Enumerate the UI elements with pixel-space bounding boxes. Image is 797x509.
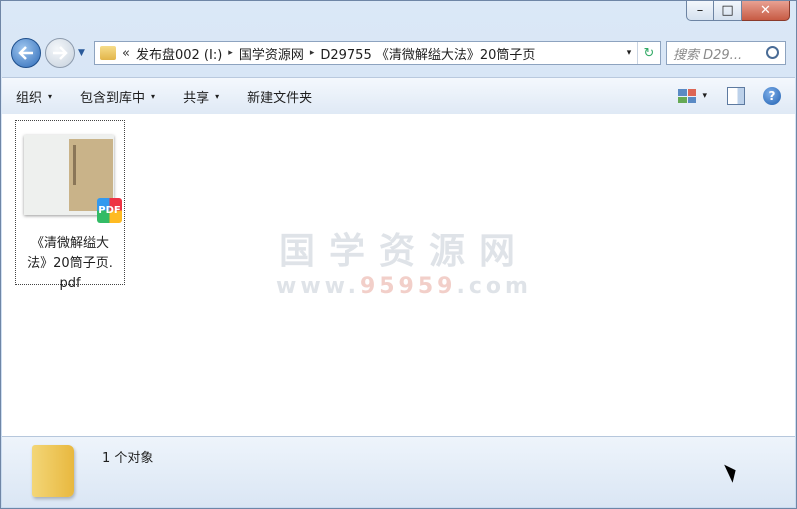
watermark: 国学资源网 www.95959.com bbox=[276, 222, 532, 299]
share-label: 共享 bbox=[183, 90, 210, 106]
title-bar: – □ ✕ bbox=[1, 1, 796, 31]
forward-button[interactable] bbox=[45, 38, 75, 68]
minimize-button[interactable]: – bbox=[686, 1, 714, 21]
file-name-line2: 法》20筒子页. bbox=[27, 256, 113, 271]
breadcrumb-drive[interactable]: 发布盘002 (I:) bbox=[130, 44, 228, 63]
explorer-window: – □ ✕ ▼ « 发布盘002 (I:) ▸ 国学资源网 ▸ D29755 《… bbox=[0, 0, 797, 509]
address-bar[interactable]: « 发布盘002 (I:) ▸ 国学资源网 ▸ D29755 《清微解缢大法》2… bbox=[94, 41, 661, 65]
arrow-right-icon bbox=[53, 46, 68, 60]
search-placeholder: 搜索 D29... bbox=[673, 47, 743, 63]
refresh-icon: ↻ bbox=[643, 45, 655, 61]
minimize-icon: – bbox=[696, 3, 704, 18]
watermark-url-suffix: .com bbox=[456, 274, 532, 299]
search-icon bbox=[766, 46, 779, 59]
share-button[interactable]: 共享 ▾ bbox=[169, 87, 233, 106]
folder-icon bbox=[100, 46, 116, 60]
arrow-left-icon bbox=[18, 46, 33, 60]
watermark-url-prefix: www. bbox=[276, 274, 360, 299]
navigation-row: ▼ « 发布盘002 (I:) ▸ 国学资源网 ▸ D29755 《清微解缢大法… bbox=[11, 37, 786, 69]
file-name-line3: pdf bbox=[59, 276, 81, 291]
breadcrumb-folder[interactable]: 国学资源网 bbox=[233, 44, 310, 63]
chevron-down-icon: ▾ bbox=[48, 91, 53, 101]
file-name-line1: 《清微解缢大 bbox=[30, 236, 109, 251]
close-button[interactable]: ✕ bbox=[742, 1, 790, 21]
close-icon: ✕ bbox=[760, 3, 771, 18]
chevron-down-icon: ▾ bbox=[215, 91, 220, 101]
maximize-button[interactable]: □ bbox=[714, 1, 742, 21]
watermark-url-number: 95959 bbox=[359, 274, 457, 299]
pdf-icon: PDF bbox=[97, 198, 122, 223]
file-item-pdf[interactable]: PDF 《清微解缢大 法》20筒子页. pdf bbox=[15, 120, 125, 291]
file-name: 《清微解缢大 法》20筒子页. pdf bbox=[16, 234, 124, 294]
preview-pane-icon[interactable] bbox=[727, 87, 745, 105]
new-folder-button[interactable]: 新建文件夹 bbox=[233, 87, 326, 106]
breadcrumb-current[interactable]: D29755 《清微解缢大法》20筒子页 bbox=[314, 44, 541, 63]
view-options-chevron-icon[interactable]: ▾ bbox=[702, 91, 707, 101]
organize-label: 组织 bbox=[16, 90, 43, 106]
window-controls: – □ ✕ bbox=[686, 1, 790, 21]
watermark-title: 国学资源网 bbox=[278, 231, 529, 272]
file-list[interactable]: PDF 《清微解缢大 法》20筒子页. pdf 国学资源网 www.95959.… bbox=[2, 114, 795, 437]
command-bar: 组织 ▾ 包含到库中 ▾ 共享 ▾ 新建文件夹 ▾ ? bbox=[2, 77, 795, 115]
chevron-down-icon: ▼ bbox=[78, 48, 85, 58]
new-folder-label: 新建文件夹 bbox=[247, 90, 313, 106]
refresh-button[interactable]: ↻ bbox=[637, 42, 660, 64]
include-in-library-button[interactable]: 包含到库中 ▾ bbox=[66, 87, 169, 106]
item-count: 1 个对象 bbox=[102, 451, 154, 466]
maximize-icon: □ bbox=[721, 3, 734, 18]
toolbar-right: ▾ ? bbox=[678, 87, 795, 105]
details-pane: 1 个对象 bbox=[2, 436, 795, 507]
address-dropdown-icon[interactable]: ▾ bbox=[621, 48, 637, 58]
search-input[interactable]: 搜索 D29... bbox=[666, 41, 786, 65]
change-view-icon[interactable] bbox=[678, 89, 697, 103]
back-button[interactable] bbox=[11, 38, 41, 68]
folder-icon bbox=[32, 445, 74, 497]
chevron-down-icon: ▾ bbox=[151, 91, 156, 101]
include-library-label: 包含到库中 bbox=[80, 90, 146, 106]
recent-pages-button[interactable]: ▼ bbox=[78, 48, 88, 58]
help-icon[interactable]: ? bbox=[763, 87, 781, 105]
history-chevron[interactable]: « bbox=[122, 46, 130, 61]
organize-button[interactable]: 组织 ▾ bbox=[2, 87, 66, 106]
watermark-url: www.95959.com bbox=[276, 274, 532, 299]
